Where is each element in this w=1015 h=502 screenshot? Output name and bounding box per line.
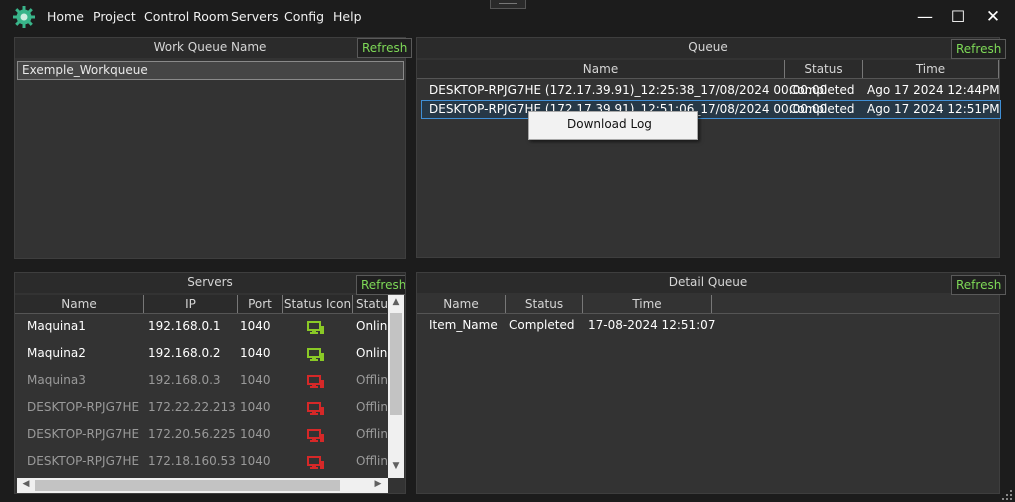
server-row-status: Offline — [356, 454, 387, 468]
scroll-thumb[interactable] — [35, 480, 340, 491]
queue-row-status: Completed — [789, 102, 855, 116]
queue-col-name[interactable]: Name — [417, 60, 785, 78]
servers-col-name[interactable]: Name — [15, 295, 144, 313]
context-menu: Download Log — [528, 111, 698, 140]
menu-help[interactable]: Help — [333, 9, 362, 24]
scroll-right-arrow-icon[interactable]: ▶ — [371, 479, 385, 489]
server-row-port: 1040 — [240, 400, 271, 414]
maximize-icon[interactable]: ☐ — [946, 6, 970, 28]
servers-col-status-icon[interactable]: Status Icon — [283, 295, 353, 313]
server-row-port: 1040 — [240, 319, 271, 333]
app-logo-icon — [13, 6, 35, 28]
server-row-name: Maquina2 — [27, 346, 86, 360]
context-menu-download-log[interactable]: Download Log — [531, 114, 693, 135]
title-bar: Home Project Control Room Servers Config… — [0, 0, 1015, 34]
monitor-online-icon — [307, 348, 324, 361]
server-row-status: Offline — [356, 373, 387, 387]
menu-servers[interactable]: Servers — [231, 9, 279, 24]
scroll-up-arrow-icon[interactable]: ▲ — [389, 297, 403, 307]
servers-title: Servers — [15, 273, 405, 293]
work-queue-refresh-button[interactable]: Refresh — [357, 38, 413, 58]
detail-col-time[interactable]: Time — [583, 295, 712, 313]
detail-row-name: Item_Name — [429, 318, 498, 332]
server-row-status: Offline — [356, 427, 387, 441]
queue-refresh-button[interactable]: Refresh — [951, 39, 1007, 59]
servers-grid-header: Name IP Port Status Icon Status — [15, 295, 393, 314]
queue-col-time[interactable]: Time — [863, 60, 999, 78]
queue-grid-header: Name Status Time — [417, 60, 999, 79]
queue-panel: Queue Refresh Name Status Time DESKTOP-R… — [416, 37, 1007, 258]
server-row-name: DESKTOP-RPJG7HE — [27, 400, 140, 414]
table-row[interactable]: DESKTOP-RPJG7HE (172.17.39.91)_12:25:38_… — [417, 81, 1000, 100]
server-row-ip: 192.168.0.3 — [148, 373, 221, 387]
server-row-ip: 172.18.160.53 — [148, 454, 236, 468]
server-row-ip: 192.168.0.2 — [148, 346, 221, 360]
server-row-port: 1040 — [240, 373, 271, 387]
queue-row-status: Completed — [789, 83, 855, 97]
queue-col-status[interactable]: Status — [785, 60, 863, 78]
server-row-ip: 192.168.0.1 — [148, 319, 221, 333]
server-row-port: 1040 — [240, 454, 271, 468]
menu-control-room[interactable]: Control Room — [144, 9, 229, 24]
monitor-offline-icon — [307, 429, 324, 442]
queue-row-name: DESKTOP-RPJG7HE (172.17.39.91)_12:25:38_… — [429, 83, 828, 97]
server-row-status: Offline — [356, 400, 387, 414]
monitor-online-icon — [307, 321, 324, 334]
table-row[interactable]: Maquina2 192.168.0.2 1040 Online — [15, 343, 387, 370]
queue-row-time: Ago 17 2024 12:51PM — [867, 102, 1000, 116]
queue-row-time: Ago 17 2024 12:44PM — [867, 83, 1000, 97]
menu-config[interactable]: Config — [284, 9, 324, 24]
work-queue-list-item[interactable]: Exemple_Workqueue — [17, 61, 404, 80]
servers-panel: Servers Refresh Name IP Port Status Icon… — [14, 272, 406, 494]
table-row[interactable]: DESKTOP-RPJG7HE 172.22.22.213 1040 Offline — [15, 397, 387, 424]
detail-queue-refresh-button[interactable]: Refresh — [951, 275, 1007, 295]
servers-col-port[interactable]: Port — [238, 295, 283, 313]
server-row-ip: 172.22.22.213 — [148, 400, 236, 414]
monitor-offline-icon — [307, 402, 324, 415]
table-row[interactable]: Maquina1 192.168.0.1 1040 Online — [15, 316, 387, 343]
drag-grip-handle[interactable] — [490, 0, 526, 9]
detail-queue-panel: Detail Queue Refresh Name Status Time It… — [416, 272, 1007, 494]
close-icon[interactable]: ✕ — [981, 6, 1005, 28]
menu-project[interactable]: Project — [93, 9, 136, 24]
detail-row-status: Completed — [509, 318, 575, 332]
table-row[interactable]: DESKTOP-RPJG7HE 172.18.160.53 1040 Offline — [15, 451, 387, 478]
table-row[interactable]: Maquina3 192.168.0.3 1040 Offline — [15, 370, 387, 397]
menu-home[interactable]: Home — [47, 9, 84, 24]
server-row-status: Online — [356, 346, 387, 360]
queue-title: Queue — [417, 38, 999, 58]
server-row-status: Online — [356, 319, 387, 333]
minimize-icon[interactable]: — — [913, 6, 937, 28]
server-row-port: 1040 — [240, 427, 271, 441]
servers-col-ip[interactable]: IP — [144, 295, 238, 313]
servers-vertical-scrollbar[interactable]: ▲ ▼ — [388, 295, 404, 478]
table-row[interactable]: DESKTOP-RPJG7HE 172.20.56.225 1040 Offline — [15, 424, 387, 451]
work-queue-panel: Work Queue Name Refresh Exemple_Workqueu… — [14, 37, 413, 259]
server-row-name: DESKTOP-RPJG7HE — [27, 427, 140, 441]
server-row-port: 1040 — [240, 346, 271, 360]
detail-row-time: 17-08-2024 12:51:07 — [588, 318, 716, 332]
scroll-thumb[interactable] — [390, 313, 402, 415]
table-row[interactable]: Item_Name Completed 17-08-2024 12:51:07 — [417, 316, 999, 335]
server-row-name: Maquina3 — [27, 373, 86, 387]
detail-queue-title: Detail Queue — [417, 273, 999, 293]
monitor-offline-icon — [307, 456, 324, 469]
server-row-name: Maquina1 — [27, 319, 86, 333]
servers-horizontal-scrollbar[interactable]: ◀ ▶ — [17, 478, 388, 493]
servers-refresh-button[interactable]: Refresh — [356, 275, 405, 295]
table-row-selected[interactable]: DESKTOP-RPJG7HE (172.17.39.91)_12:51:06_… — [421, 100, 1001, 119]
detail-grid-header: Name Status Time — [417, 295, 999, 314]
work-queue-title: Work Queue Name — [15, 38, 405, 58]
resize-grip-icon[interactable] — [1001, 489, 1013, 501]
detail-col-name[interactable]: Name — [417, 295, 506, 313]
servers-col-status[interactable]: Status — [353, 295, 393, 313]
work-queue-item-label: Exemple_Workqueue — [22, 63, 148, 77]
monitor-offline-icon — [307, 375, 324, 388]
server-row-ip: 172.20.56.225 — [148, 427, 236, 441]
scroll-down-arrow-icon[interactable]: ▼ — [389, 461, 403, 471]
detail-col-status[interactable]: Status — [506, 295, 583, 313]
server-row-name: DESKTOP-RPJG7HE — [27, 454, 140, 468]
scroll-left-arrow-icon[interactable]: ◀ — [19, 479, 33, 489]
